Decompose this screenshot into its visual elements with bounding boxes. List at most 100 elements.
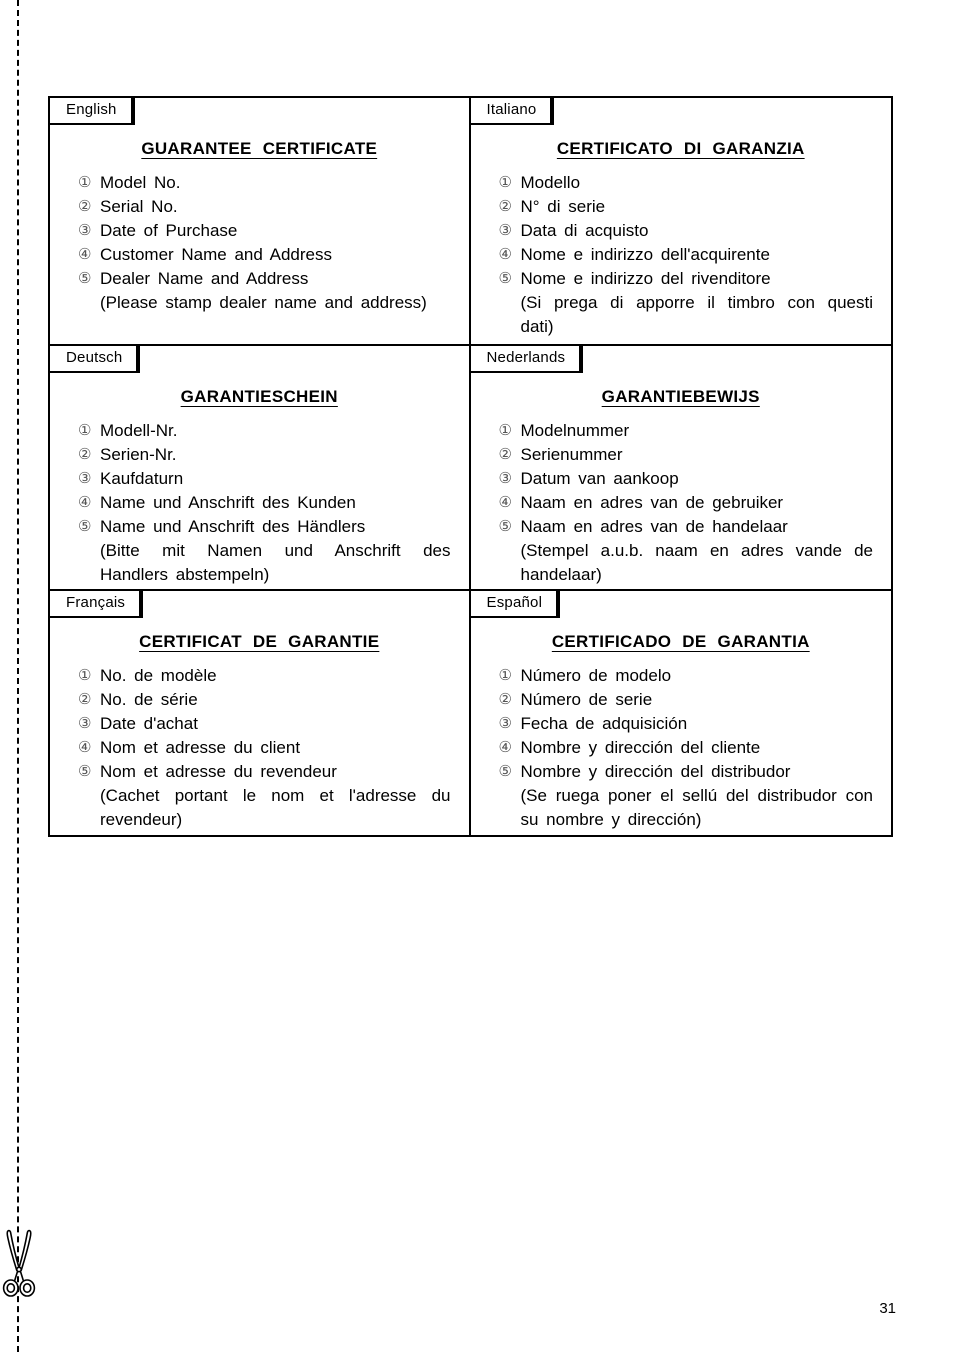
list-item: ④ Customer Name and Address bbox=[78, 243, 451, 267]
certificate-item-list-italiano: ① Modello ② N° di serie ③ Data di acquisto … bbox=[485, 171, 878, 291]
item-label: Nombre y dirección del cliente bbox=[520, 738, 761, 757]
list-item: ③ Datum van aankoop bbox=[499, 467, 874, 491]
item-label: Serien-Nr. bbox=[100, 445, 177, 464]
item-marker-icon: ③ bbox=[498, 222, 512, 239]
item-marker-icon: ④ bbox=[498, 246, 512, 263]
item-marker-icon: ④ bbox=[78, 246, 92, 263]
page-number: 31 bbox=[879, 1300, 896, 1317]
certificate-note-francais: (Cachet portant le nom et l'adresse du r… bbox=[100, 786, 451, 829]
item-label: Naam en adres van de gebruiker bbox=[520, 493, 784, 512]
item-marker-icon: ③ bbox=[78, 715, 92, 732]
list-item: ③ Fecha de adquisición bbox=[499, 712, 874, 736]
item-label: Fecha de adquisición bbox=[520, 714, 688, 733]
item-label: No. de série bbox=[100, 690, 198, 709]
list-item: ① Número de modelo bbox=[499, 664, 874, 688]
list-item: ⑤ Naam en adres van de handelaar bbox=[499, 515, 874, 539]
certificate-title-espanol: CERTIFICADO DE GARANTIA bbox=[551, 632, 810, 651]
item-label: No. de modèle bbox=[100, 666, 217, 685]
item-label: Date d'achat bbox=[100, 714, 198, 733]
list-item: ① No. de modèle bbox=[78, 664, 451, 688]
list-item: ④ Nome e indirizzo dell'acquirente bbox=[499, 243, 874, 267]
item-marker-icon: ② bbox=[78, 198, 92, 215]
list-item: ⑤ Nom et adresse du revendeur bbox=[78, 760, 451, 784]
item-label: Serial No. bbox=[100, 197, 178, 216]
list-item: ② Serial No. bbox=[78, 195, 451, 219]
item-marker-icon: ② bbox=[498, 198, 512, 215]
list-item: ③ Data di acquisto bbox=[499, 219, 874, 243]
item-marker-icon: ① bbox=[78, 667, 92, 684]
item-marker-icon: ⑤ bbox=[78, 763, 92, 780]
item-label: Customer Name and Address bbox=[100, 245, 332, 264]
certificate-cell-espanol: Español CERTIFICADO DE GARANTIA ① Número … bbox=[470, 591, 892, 835]
item-marker-icon: ② bbox=[78, 691, 92, 708]
certificate-note-deutsch: (Bitte mit Namen und Anschrift des Handl… bbox=[100, 541, 451, 584]
item-marker-icon: ④ bbox=[498, 739, 512, 756]
item-label: Serienummer bbox=[520, 445, 623, 464]
item-label: Nombre y dirección del distribudor bbox=[520, 762, 791, 781]
item-marker-icon: ② bbox=[498, 691, 512, 708]
list-item: ② No. de série bbox=[78, 688, 451, 712]
item-marker-icon: ① bbox=[498, 667, 512, 684]
certificate-item-list-english: ① Model No. ② Serial No. ③ Date of Purchase… bbox=[64, 171, 455, 291]
certificate-title-english: GUARANTEE CERTIFICATE bbox=[141, 139, 378, 158]
item-label: N° di serie bbox=[520, 197, 606, 216]
item-label: Data di acquisto bbox=[520, 221, 649, 240]
item-marker-icon: ① bbox=[78, 422, 92, 439]
list-item: ① Modelnummer bbox=[499, 419, 874, 443]
certificate-title-nederlands: GARANTIEBEWIJS bbox=[601, 387, 760, 406]
list-item: ⑤ Dealer Name and Address bbox=[78, 267, 451, 291]
item-marker-icon: ③ bbox=[78, 470, 92, 487]
item-marker-icon: ③ bbox=[78, 222, 92, 239]
list-item: ④ Naam en adres van de gebruiker bbox=[499, 491, 874, 515]
item-marker-icon: ⑤ bbox=[78, 270, 92, 287]
certificate-item-list-nederlands: ① Modelnummer ② Serienummer ③ Datum van aan… bbox=[485, 419, 878, 539]
language-tab-deutsch: Deutsch bbox=[50, 346, 141, 373]
certificate-item-list-deutsch: ① Modell-Nr. ② Serien-Nr. ③ Kaufdaturn ④ Nam… bbox=[64, 419, 455, 539]
item-label: Número de modelo bbox=[520, 666, 672, 685]
certificate-cell-english: English GUARANTEE CERTIFICATE ① Model No.… bbox=[50, 98, 471, 344]
item-label: Kaufdaturn bbox=[100, 469, 184, 488]
item-marker-icon: ⑤ bbox=[498, 763, 512, 780]
item-marker-icon: ④ bbox=[78, 494, 92, 511]
list-item: ① Modell-Nr. bbox=[78, 419, 451, 443]
certificate-row: Deutsch GARANTIESCHEIN ① Modell-Nr. ② Seri… bbox=[50, 346, 891, 591]
item-label: Naam en adres van de handelaar bbox=[520, 517, 788, 536]
item-marker-icon: ① bbox=[498, 174, 512, 191]
list-item: ④ Name und Anschrift des Kunden bbox=[78, 491, 451, 515]
list-item: ③ Date of Purchase bbox=[78, 219, 451, 243]
list-item: ④ Nombre y dirección del cliente bbox=[499, 736, 874, 760]
guarantee-certificate-table: English GUARANTEE CERTIFICATE ① Model No.… bbox=[48, 96, 893, 837]
item-marker-icon: ③ bbox=[498, 470, 512, 487]
list-item: ④ Nom et adresse du client bbox=[78, 736, 451, 760]
certificate-row: English GUARANTEE CERTIFICATE ① Model No.… bbox=[50, 98, 891, 346]
item-label: Name und Anschrift des Händlers bbox=[100, 517, 366, 536]
item-label: Nome e indirizzo dell'acquirente bbox=[520, 245, 770, 264]
certificate-item-list-francais: ① No. de modèle ② No. de série ③ Date d'ach… bbox=[64, 664, 455, 784]
item-marker-icon: ⑤ bbox=[498, 270, 512, 287]
certificate-title-deutsch: GARANTIESCHEIN bbox=[180, 387, 338, 406]
language-tab-english: English bbox=[50, 98, 135, 125]
certificate-note-nederlands: (Stempel a.u.b. naam en adres vande de h… bbox=[520, 541, 874, 584]
language-tab-italiano: Italiano bbox=[470, 98, 555, 125]
item-marker-icon: ② bbox=[498, 446, 512, 463]
certificate-note-espanol: (Se ruega poner el sellú del distribudor… bbox=[520, 786, 874, 829]
item-marker-icon: ① bbox=[78, 174, 92, 191]
item-marker-icon: ⑤ bbox=[78, 518, 92, 535]
certificate-cell-deutsch: Deutsch GARANTIESCHEIN ① Modell-Nr. ② Seri… bbox=[50, 346, 471, 589]
certificate-note-english: (Please stamp dealer name and address) bbox=[100, 293, 427, 312]
certificate-row: Français CERTIFICAT DE GARANTIE ① No. de … bbox=[50, 591, 891, 835]
list-item: ③ Date d'achat bbox=[78, 712, 451, 736]
scissors-icon bbox=[2, 1228, 36, 1300]
list-item: ③ Kaufdaturn bbox=[78, 467, 451, 491]
item-label: Model No. bbox=[100, 173, 181, 192]
language-tab-francais: Français bbox=[50, 591, 144, 618]
item-marker-icon: ④ bbox=[498, 494, 512, 511]
item-label: Nome e indirizzo del rivenditore bbox=[520, 269, 771, 288]
list-item: ⑤ Nombre y dirección del distribudor bbox=[499, 760, 874, 784]
item-label: Nom et adresse du client bbox=[100, 738, 301, 757]
item-label: Nom et adresse du revendeur bbox=[100, 762, 337, 781]
language-tab-espanol: Español bbox=[470, 591, 561, 618]
item-label: Dealer Name and Address bbox=[100, 269, 309, 288]
item-marker-icon: ⑤ bbox=[498, 518, 512, 535]
certificate-note-italiano: (Si prega di apporre il timbro con quest… bbox=[520, 293, 874, 336]
